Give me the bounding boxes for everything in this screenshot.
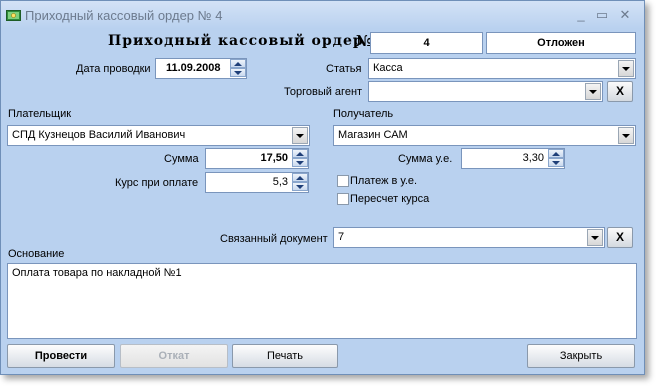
amount-spinner[interactable] <box>292 149 308 168</box>
title-bar[interactable]: Приходный кассовый ордер № 4 _ ▭ ✕ <box>1 1 644 29</box>
payer-value: СПД Кузнецов Василий Иванович <box>12 129 186 141</box>
related-doc-combo[interactable]: 7 <box>333 227 605 248</box>
chevron-down-icon[interactable] <box>292 127 308 144</box>
rate-label: Курс при оплате <box>115 177 199 189</box>
amount-ue-spinner[interactable] <box>548 149 564 168</box>
posting-date-spinner[interactable] <box>230 59 246 78</box>
minimize-icon[interactable]: _ <box>574 8 588 21</box>
related-doc-label: Связанный документ <box>220 233 328 245</box>
basis-label: Основание <box>8 248 65 260</box>
rate-spinner[interactable] <box>292 173 308 192</box>
amount-field[interactable]: 17,50 <box>205 148 309 169</box>
close-icon[interactable]: ✕ <box>618 8 632 21</box>
posting-date-value: 11.09.2008 <box>166 62 221 74</box>
print-button[interactable]: Печать <box>232 344 338 368</box>
app-icon <box>6 10 21 21</box>
payment-in-ue-checkbox[interactable] <box>337 175 349 187</box>
payment-in-ue-label: Платеж в у.е. <box>350 175 418 187</box>
amount-ue-field[interactable]: 3,30 <box>461 148 565 169</box>
close-button[interactable]: Закрыть <box>527 344 635 368</box>
rate-field[interactable]: 5,3 <box>205 172 309 193</box>
rollback-button[interactable]: Откат <box>120 344 228 368</box>
posting-date-label: Дата проводки <box>76 63 151 75</box>
clear-trade-agent-button[interactable]: X <box>607 81 633 102</box>
amount-label: Сумма <box>164 153 199 165</box>
post-button[interactable]: Провести <box>7 344 115 368</box>
amount-ue-label: Сумма у.е. <box>398 153 453 165</box>
chevron-down-icon[interactable] <box>587 229 603 246</box>
article-label: Статья <box>326 63 362 75</box>
recalc-rate-label: Пересчет курса <box>350 193 430 205</box>
chevron-down-icon[interactable] <box>618 127 634 144</box>
basis-textarea[interactable]: Оплата товара по накладной №1 <box>7 263 637 339</box>
recipient-value: Магазин САМ <box>338 129 408 141</box>
amount-value: 17,50 <box>260 152 288 164</box>
trade-agent-label: Торговый агент <box>284 86 363 98</box>
payer-combo[interactable]: СПД Кузнецов Василий Иванович <box>7 125 310 146</box>
amount-ue-value: 3,30 <box>522 152 544 164</box>
recalc-rate-checkbox[interactable] <box>337 193 349 205</box>
related-doc-value: 7 <box>338 231 345 243</box>
document-title: Приходный кассовый ордер <box>108 33 364 49</box>
rate-value: 5,3 <box>272 176 288 188</box>
posting-date-field[interactable]: 11.09.2008 <box>155 58 247 79</box>
basis-value: Оплата товара по накладной №1 <box>12 267 182 279</box>
window-title: Приходный кассовый ордер № 4 <box>25 8 223 23</box>
recipient-combo[interactable]: Магазин САМ <box>333 125 636 146</box>
document-number: 4 <box>370 32 483 54</box>
article-combo[interactable]: Касса <box>368 58 636 79</box>
clear-related-doc-button[interactable]: X <box>607 227 633 248</box>
trade-agent-combo[interactable] <box>368 81 603 102</box>
chevron-down-icon[interactable] <box>585 83 601 100</box>
payer-label: Плательщик <box>8 108 72 120</box>
chevron-down-icon[interactable] <box>618 60 634 77</box>
recipient-label: Получатель <box>333 108 394 120</box>
document-status: Отложен <box>486 32 636 54</box>
maximize-icon[interactable]: ▭ <box>595 8 609 21</box>
article-value: Касса <box>373 62 403 74</box>
